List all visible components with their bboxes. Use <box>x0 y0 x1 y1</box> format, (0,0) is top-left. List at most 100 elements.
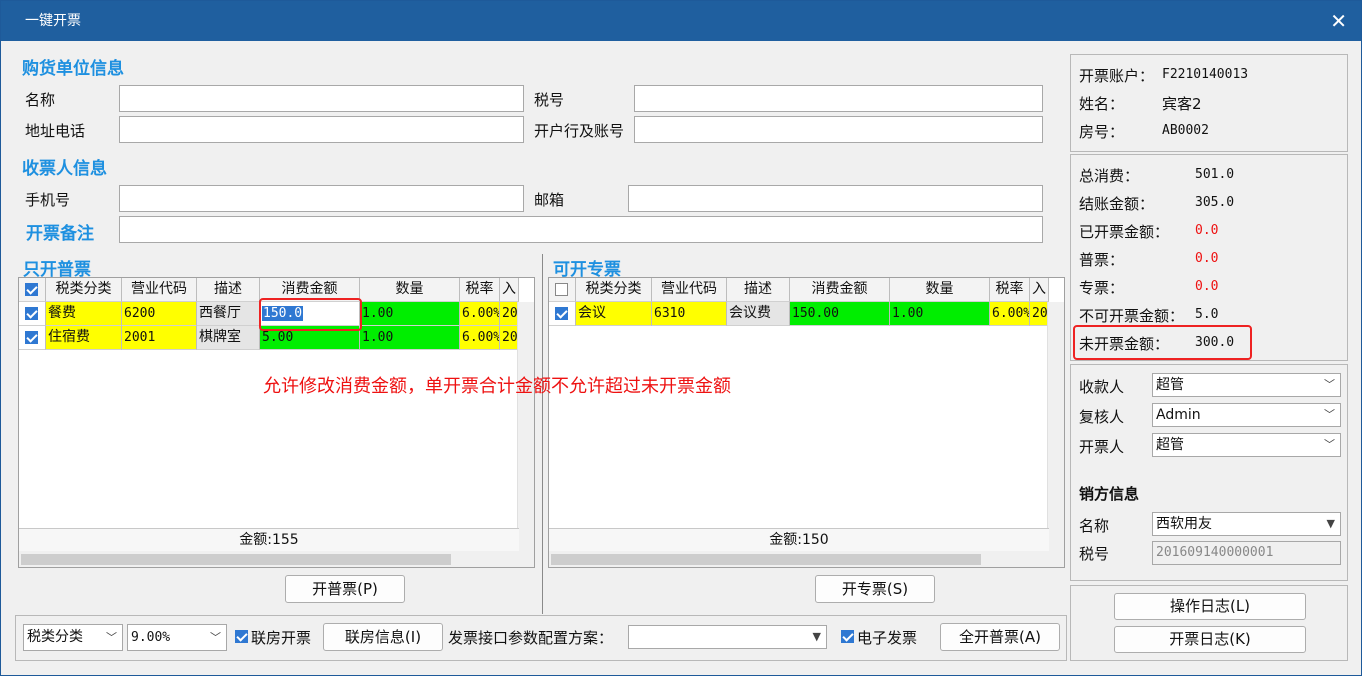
link-room-label: 联房开票 <box>251 629 312 647</box>
close-icon[interactable]: ✕ <box>1330 9 1347 33</box>
tax-rate-select[interactable]: 9.00% ﹀ <box>127 624 227 651</box>
dropdown-arrow-icon: ▼ <box>1326 517 1335 530</box>
summary-value: 0.0 <box>1195 223 1219 238</box>
seller-section-title: 销方信息 <box>1079 485 1140 503</box>
issue-normal-button[interactable]: 开普票(P) <box>285 575 405 603</box>
col-header: 营业代码 <box>122 278 197 302</box>
normal-total: 金额:155 <box>19 528 519 551</box>
summary-label: 不可开票金额： <box>1079 307 1185 325</box>
summary-label: 普票： <box>1079 251 1125 269</box>
col-header: 税类分类 <box>576 278 652 302</box>
guest-name-label: 姓名： <box>1079 95 1125 113</box>
buyer-tax-label: 税号 <box>534 91 565 109</box>
chevron-down-icon: ﹀ <box>106 631 117 644</box>
table-cell[interactable]: 6200 <box>122 302 197 326</box>
issue-all-normal-button[interactable]: 全开普票(A) <box>940 623 1060 651</box>
summary-label: 专票： <box>1079 279 1125 297</box>
table-cell[interactable]: 6310 <box>652 302 727 326</box>
special-total: 金额:150 <box>549 528 1049 551</box>
summary-value: 305.0 <box>1195 195 1235 210</box>
seller-tax-value: 201609140000001 <box>1156 545 1274 560</box>
summary-label: 已开票金额： <box>1079 223 1170 241</box>
email-label: 邮箱 <box>534 191 565 209</box>
special-grid-header: 税类分类 营业代码 描述 消费金额 数量 税率 入 <box>549 278 1049 302</box>
operation-log-button[interactable]: 操作日志(L) <box>1114 593 1306 620</box>
annotation-text: 允许修改消费金额，单开票合计金额不允许超过未开票金额 <box>263 376 731 397</box>
col-header: 入 <box>1030 278 1049 302</box>
table-cell[interactable]: 餐费 <box>46 302 122 326</box>
issue-special-button[interactable]: 开专票(S) <box>815 575 935 603</box>
table-cell[interactable]: 1.00 <box>360 302 460 326</box>
drawer-select[interactable]: 超管 ﹀ <box>1152 433 1341 457</box>
email-input[interactable] <box>628 185 1043 212</box>
table-cell[interactable]: 6.00% <box>460 302 500 326</box>
tax-category-value: 税类分类 <box>27 629 83 645</box>
remark-input[interactable] <box>119 216 1043 243</box>
horizontal-scrollbar[interactable] <box>549 551 1064 567</box>
reviewer-select[interactable]: Admin ﹀ <box>1152 403 1341 427</box>
table-cell[interactable]: 住宿费 <box>46 326 122 350</box>
col-header: 营业代码 <box>652 278 727 302</box>
buyer-name-input[interactable] <box>119 85 524 112</box>
table-cell[interactable]: 6.00% <box>990 302 1030 326</box>
buyer-tax-input[interactable] <box>634 85 1043 112</box>
col-header: 税率 <box>460 278 500 302</box>
row-check-cell <box>549 302 576 326</box>
col-header: 税类分类 <box>46 278 122 302</box>
select-all-checkbox[interactable] <box>555 283 568 296</box>
table-cell[interactable]: 2001 <box>122 326 197 350</box>
table-cell[interactable]: 1.00 <box>360 326 460 350</box>
col-header: 税率 <box>990 278 1030 302</box>
buyer-addr-label: 地址电话 <box>25 122 86 140</box>
divider <box>542 254 543 614</box>
drawer-label: 开票人 <box>1079 438 1125 456</box>
phone-input[interactable] <box>119 185 524 212</box>
scroll-thumb[interactable] <box>551 554 981 565</box>
tax-category-select[interactable]: 税类分类 ﹀ <box>23 624 123 651</box>
table-cell[interactable]: 西餐厅 <box>197 302 260 326</box>
invoice-log-button[interactable]: 开票日志(K) <box>1114 626 1306 653</box>
vertical-scrollbar[interactable] <box>517 302 534 552</box>
col-header: 入 <box>500 278 519 302</box>
summary-label: 结账金额： <box>1079 195 1155 213</box>
special-grid: 税类分类 营业代码 描述 消费金额 数量 税率 入 会议 6310 会议费 15… <box>548 277 1065 568</box>
table-cell[interactable]: 会议 <box>576 302 652 326</box>
einvoice-label: 电子发票 <box>857 629 918 647</box>
row-check-cell <box>19 302 46 326</box>
table-cell[interactable]: 6.00% <box>460 326 500 350</box>
row-checkbox[interactable] <box>25 307 38 320</box>
summary-value: 501.0 <box>1195 167 1235 182</box>
reviewer-label: 复核人 <box>1079 408 1125 426</box>
horizontal-scrollbar[interactable] <box>19 551 534 567</box>
table-cell[interactable]: 150.00 <box>790 302 890 326</box>
buyer-bank-input[interactable] <box>634 116 1043 143</box>
select-all-checkbox[interactable] <box>25 283 38 296</box>
drawer-value: 超管 <box>1156 437 1184 453</box>
chevron-down-icon: ﹀ <box>1324 438 1335 451</box>
scroll-thumb[interactable] <box>21 554 451 565</box>
table-cell[interactable]: 1.00 <box>890 302 990 326</box>
row-checkbox[interactable] <box>555 307 568 320</box>
link-info-button[interactable]: 联房信息(I) <box>323 623 443 651</box>
table-cell[interactable]: 会议费 <box>727 302 790 326</box>
row-checkbox[interactable] <box>25 331 38 344</box>
summary-label: 总消费： <box>1079 167 1140 185</box>
col-header: 描述 <box>727 278 790 302</box>
einvoice-checkbox[interactable] <box>841 630 854 643</box>
room-label: 房号： <box>1079 123 1125 141</box>
config-select[interactable]: ▼ <box>628 625 827 649</box>
vertical-scrollbar[interactable] <box>1047 302 1064 552</box>
seller-name-select[interactable]: 西软用友 ▼ <box>1152 512 1341 536</box>
buyer-addr-input[interactable] <box>119 116 524 143</box>
payee-label: 收款人 <box>1079 378 1125 396</box>
summary-value: 5.0 <box>1195 307 1219 322</box>
payee-select[interactable]: 超管 ﹀ <box>1152 373 1341 397</box>
select-all-cell <box>19 278 46 302</box>
link-room-checkbox[interactable] <box>235 630 248 643</box>
account-label: 开票账户： <box>1079 67 1155 85</box>
select-all-cell <box>549 278 576 302</box>
account-value: F2210140013 <box>1162 67 1249 82</box>
invoice-window: 一键开票 ✕ 购货单位信息 名称 税号 地址电话 开户行及账号 收票人信息 手机… <box>0 0 1362 676</box>
chevron-down-icon: ﹀ <box>210 631 221 644</box>
table-cell[interactable]: 棋牌室 <box>197 326 260 350</box>
